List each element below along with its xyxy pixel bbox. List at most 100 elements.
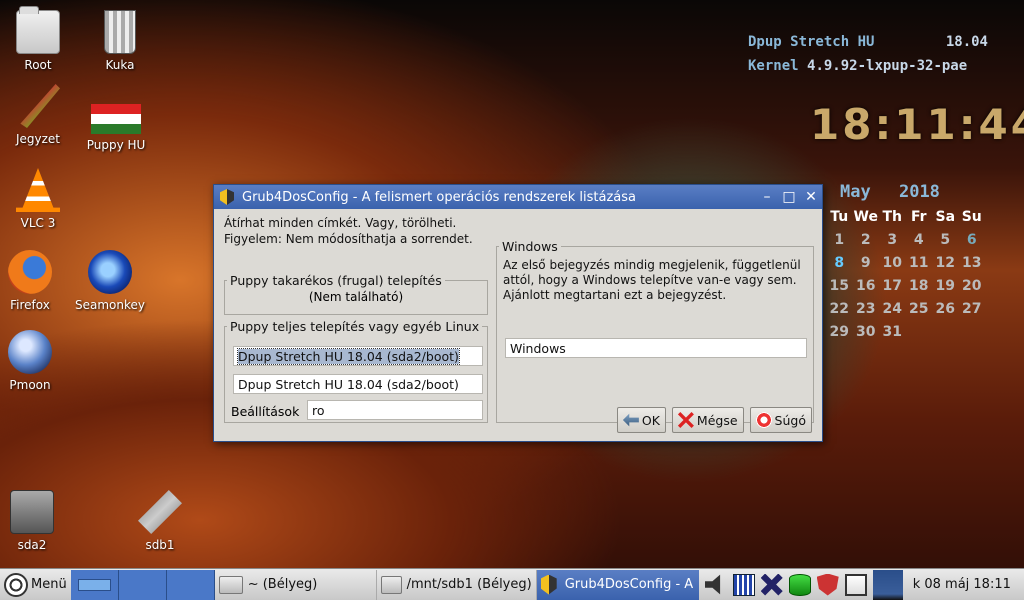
grub4dosconfig-dialog: Grub4DosConfig - A felismert operációs r… [213, 184, 823, 442]
cancel-button[interactable]: Mégse [671, 407, 744, 433]
kernel-version: 4.9.92-lxpup-32-pae [807, 58, 968, 74]
volume-icon[interactable] [704, 574, 721, 595]
dialog-title: Grub4DosConfig - A felismert operációs r… [242, 189, 636, 205]
desktop-icon-root[interactable]: Root [0, 6, 76, 72]
close-icon[interactable]: ✕ [800, 189, 822, 205]
desktop-icon-firefox[interactable]: Firefox [0, 250, 68, 312]
folder-icon [16, 6, 60, 54]
windows-frame: Windows Az első bejegyzés mindig megjele… [496, 239, 814, 423]
calendar-day: 25 [909, 300, 929, 317]
task-sdb1-folder[interactable]: /mnt/sdb1 (Bélyeg) [377, 569, 537, 600]
minimize-icon[interactable]: – [756, 189, 778, 205]
calendar-title: May 2018 [840, 182, 958, 202]
windows-legend: Windows [502, 239, 558, 254]
calendar-day: 26 [935, 300, 955, 317]
calendar-day: 5 [940, 231, 951, 248]
calendar-day: 10 [882, 254, 902, 271]
task-home-folder[interactable]: ~ (Bélyeg) [215, 569, 377, 600]
menu-button[interactable]: Menü [0, 570, 71, 600]
menu-label: Menü [31, 577, 67, 592]
workspace-1[interactable] [70, 569, 119, 600]
calendar-day: 1 [834, 231, 845, 248]
task-grub4dosconfig[interactable]: Grub4DosConfig - A [536, 569, 699, 600]
calendar-day: 29 [829, 323, 849, 340]
weekday: Tu [830, 208, 849, 225]
dialog-buttons: OK Mégse Súgó [616, 407, 812, 433]
ok-button[interactable]: OK [616, 407, 666, 433]
desktop-icon-label: Puppy HU [86, 138, 146, 152]
calendar-day: 31 [882, 323, 902, 340]
kernel-label: Kernel [748, 58, 799, 74]
clipboard-icon[interactable] [844, 573, 867, 596]
desktop-icon-vlc[interactable]: VLC 3 [0, 168, 76, 230]
folder-icon [218, 575, 243, 594]
full-install-frame: Puppy teljes telepítés vagy egyéb Linux … [224, 319, 488, 423]
frugal-legend: Puppy takarékos (frugal) telepítés [230, 273, 442, 288]
workspace-2[interactable] [118, 569, 167, 600]
seamonkey-icon [88, 250, 132, 294]
cpu-graph-icon[interactable] [872, 569, 903, 600]
desktop-icon-pmoon[interactable]: Pmoon [0, 330, 68, 392]
folder-icon [380, 575, 402, 594]
quill-icon [20, 84, 60, 128]
calendar-day: 16 [856, 277, 876, 294]
calendar-day: 6 [966, 231, 977, 248]
calendar-day: 3 [887, 231, 898, 248]
taskbar-clock[interactable]: k 08 máj 18:11 [909, 570, 1015, 600]
intro-text: Átírhat minden címkét. Vagy, törölheti. … [224, 215, 473, 247]
calendar: Tu We Th Fr Sa Su 1 2 3 4 5 6 8 9 10 11 … [826, 205, 990, 343]
boot-entry-title-input[interactable]: Dpup Stretch HU 18.04 (sda2/boot) [233, 346, 483, 366]
conky-kernel: Kernel 4.9.92-lxpup-32-pae [748, 58, 967, 74]
calendar-day: 9 [860, 254, 871, 271]
weekday: We [853, 208, 878, 225]
help-button[interactable]: Súgó [749, 407, 812, 433]
grub4dos-app-icon [220, 189, 234, 205]
dialog-body: Átírhat minden címkét. Vagy, törölheti. … [214, 209, 822, 441]
workspace-pager [70, 569, 215, 600]
cancel-x-icon [677, 412, 694, 428]
desktop-icon-seamonkey[interactable]: Seamonkey [72, 250, 148, 312]
windows-entry-input[interactable]: Windows [505, 338, 807, 358]
selected-text: Dpup Stretch HU 18.04 (sda2/boot) [237, 348, 460, 365]
calendar-day: 23 [856, 300, 876, 317]
moon-icon [8, 330, 52, 374]
calendar-month: May [840, 182, 871, 202]
calendar-day: 15 [829, 277, 849, 294]
ok-label: OK [641, 412, 660, 428]
cancel-label: Mégse [696, 412, 738, 428]
calendar-day: 12 [935, 254, 955, 271]
calendar-day: 24 [882, 300, 902, 317]
storage-icon[interactable] [788, 573, 811, 596]
distro-version: 18.04 [945, 34, 988, 50]
weekday: Fr [910, 208, 927, 225]
desktop-icon-label: Pmoon [9, 378, 51, 392]
vlc-cone-icon [16, 168, 60, 212]
desktop-icon-label: Jegyzet [15, 132, 61, 146]
calendar-day: 17 [882, 277, 902, 294]
conky-clock: 18:11:44 [810, 100, 1024, 149]
desktop-icon-notes[interactable]: Jegyzet [0, 84, 76, 146]
grub4dos-app-icon [540, 574, 557, 595]
dialog-titlebar[interactable]: Grub4DosConfig - A felismert operációs r… [214, 185, 822, 209]
desktop-icon-trash[interactable]: Kuka [82, 10, 158, 72]
intro-line-2: Figyelem: Nem módosíthatja a sorrendet. [224, 232, 473, 246]
firewall-shield-icon[interactable] [816, 573, 839, 596]
network-icon[interactable] [732, 573, 755, 596]
network-disconnected-icon[interactable] [760, 573, 783, 596]
workspace-3[interactable] [166, 569, 215, 600]
boot-entry-title-input-2[interactable]: Dpup Stretch HU 18.04 (sda2/boot) [233, 374, 483, 394]
settings-input[interactable]: ro [307, 400, 483, 420]
settings-label: Beállítások [231, 404, 300, 419]
calendar-day: 4 [913, 231, 924, 248]
hard-drive-icon [10, 490, 54, 534]
desktop-icon-puppy-hu[interactable]: Puppy HU [78, 96, 154, 152]
task-label: /mnt/sdb1 (Bélyeg) [406, 577, 532, 592]
calendar-day: 20 [962, 277, 982, 294]
desktop-icon-sdb1[interactable]: sdb1 [122, 490, 198, 552]
windows-description: Az első bejegyzés mindig megjelenik, füg… [503, 258, 801, 302]
desktop-icon-sda2[interactable]: sda2 [0, 490, 70, 552]
desktop-icon-label: Seamonkey [75, 298, 145, 312]
maximize-icon[interactable]: □ [778, 189, 800, 205]
calendar-day: 27 [962, 300, 982, 317]
calendar-year: 2018 [898, 182, 940, 202]
